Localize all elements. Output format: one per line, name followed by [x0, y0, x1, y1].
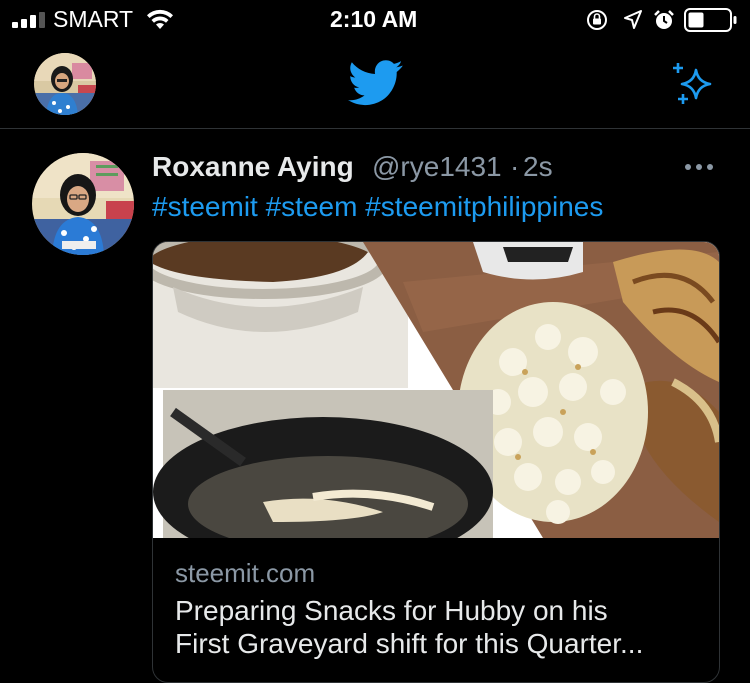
card-domain: steemit.com — [175, 558, 316, 588]
sparkle-icon[interactable] — [670, 60, 718, 108]
orientation-lock-icon — [587, 10, 607, 30]
link-preview-card[interactable]: steemit.com Preparing Snacks for Hubby o… — [152, 241, 720, 683]
top-navigation-bar — [0, 40, 750, 129]
alarm-icon — [654, 10, 674, 29]
tweet-author-avatar[interactable] — [32, 153, 134, 255]
profile-avatar-button[interactable] — [34, 53, 96, 115]
status-bar: SMART 2:10 AM — [0, 0, 750, 40]
tweet-author-name[interactable]: Roxanne Aying — [152, 151, 354, 183]
tweet[interactable]: Roxanne Aying @rye1431 · 2s #steemit #st… — [0, 129, 750, 683]
hashtag-link[interactable]: #steemitphilippines — [365, 191, 603, 222]
avatar — [32, 153, 134, 255]
tweet-author-handle[interactable]: @rye1431 — [372, 151, 502, 183]
card-title: Preparing Snacks for Hubby on his First … — [175, 594, 705, 660]
card-thumbnail-image — [153, 242, 719, 538]
twitter-bird-icon[interactable] — [348, 60, 404, 106]
hashtag-link[interactable]: #steemit — [152, 191, 258, 222]
more-options-icon[interactable] — [684, 163, 714, 171]
location-icon — [624, 10, 642, 29]
wifi-icon — [147, 9, 173, 29]
avatar — [34, 53, 96, 115]
hashtag-link[interactable]: #steem — [266, 191, 358, 222]
card-title-line: Preparing Snacks for Hubby on his — [175, 595, 608, 626]
status-time: 2:10 AM — [330, 6, 418, 32]
tweet-timestamp[interactable]: 2s — [523, 151, 553, 183]
tweet-hashtags: #steemit #steem #steemitphilippines — [152, 191, 603, 223]
separator-dot: · — [510, 151, 520, 182]
card-title-line: First Graveyard shift for this Quarter..… — [175, 628, 644, 659]
battery-icon — [684, 8, 737, 32]
carrier-name: SMART — [53, 6, 134, 32]
signal-icon — [12, 12, 45, 28]
